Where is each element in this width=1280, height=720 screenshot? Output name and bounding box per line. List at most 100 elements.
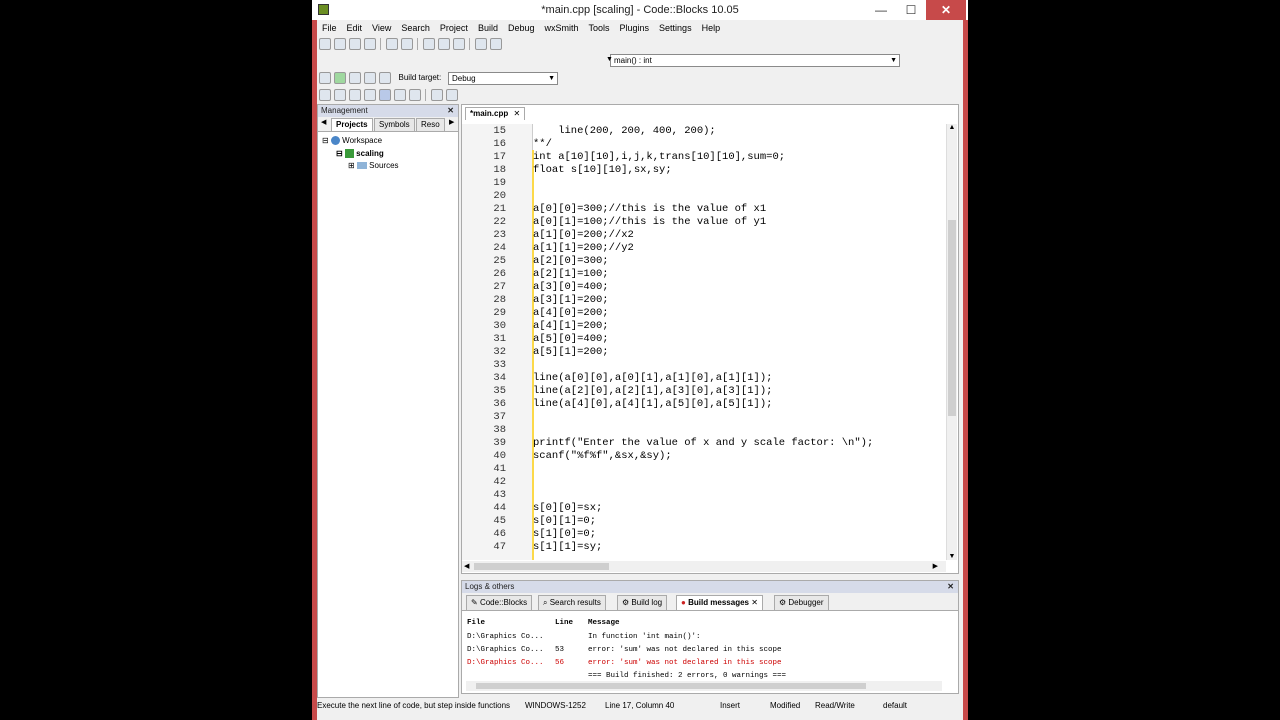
menu-tools[interactable]: Tools <box>584 21 615 35</box>
title-bar[interactable]: *main.cpp [scaling] - Code::Blocks 10.05… <box>312 0 968 20</box>
next-line-icon[interactable] <box>349 89 361 101</box>
tab-debugger[interactable]: ⚙ Debugger <box>774 595 829 610</box>
close-button[interactable]: ✕ <box>926 0 966 20</box>
run-icon[interactable] <box>334 72 346 84</box>
column-message[interactable]: Message <box>588 619 620 627</box>
menu-plugins[interactable]: Plugins <box>615 21 655 35</box>
close-icon[interactable]: ✕ <box>751 598 758 607</box>
logs-horizontal-scrollbar[interactable] <box>466 681 942 691</box>
code-editor[interactable]: 15 line(200, 200, 400, 200); 16 **/17 int a… <box>462 125 942 554</box>
tree-item-workspace[interactable]: ⊟ Workspace <box>322 136 382 146</box>
code-line[interactable]: 20 <box>462 190 942 203</box>
chevron-right-icon[interactable]: ▶ <box>933 562 938 570</box>
chevron-down-icon[interactable]: ▼ <box>947 553 957 560</box>
code-line[interactable]: 25 a[2][0]=300; <box>462 255 942 268</box>
find-icon[interactable] <box>475 38 487 50</box>
undo-icon[interactable] <box>386 38 398 50</box>
tab-symbols[interactable]: Symbols <box>374 118 415 131</box>
tab-build-log[interactable]: ⚙ Build log <box>617 595 668 610</box>
column-file[interactable]: File <box>467 619 485 627</box>
editor-tab-main[interactable]: *main.cpp ✕ <box>465 107 526 120</box>
tree-item-sources[interactable]: ⊞ Sources <box>348 161 399 170</box>
menu-debug[interactable]: Debug <box>503 21 540 35</box>
menu-help[interactable]: Help <box>697 21 726 35</box>
code-line[interactable]: 17 int a[10][10],i,j,k,trans[10][10],sum=… <box>462 151 942 164</box>
code-line[interactable]: 42 <box>462 476 942 489</box>
code-line[interactable]: 44 s[0][0]=sx; <box>462 502 942 515</box>
abort-icon[interactable] <box>379 72 391 84</box>
stop-debugger-icon[interactable] <box>409 89 421 101</box>
menu-edit[interactable]: Edit <box>342 21 368 35</box>
menu-wxsmith[interactable]: wxSmith <box>539 21 583 35</box>
tab-resources[interactable]: Reso <box>416 118 445 131</box>
code-line[interactable]: 16 **/ <box>462 138 942 151</box>
code-line[interactable]: 21 a[0][0]=300;//this is the value of x1 <box>462 203 942 216</box>
code-line[interactable]: 15 line(200, 200, 400, 200); <box>462 125 942 138</box>
copy-icon[interactable] <box>438 38 450 50</box>
minimize-button[interactable]: — <box>867 0 895 20</box>
tab-search-results[interactable]: ⌕ Search results <box>538 595 606 610</box>
chevron-down-icon[interactable]: ▼ <box>606 56 613 63</box>
code-line[interactable]: 22 a[0][1]=100;//this is the value of y1 <box>462 216 942 229</box>
code-line[interactable]: 30 a[4][1]=200; <box>462 320 942 333</box>
code-line[interactable]: 31 a[5][0]=400; <box>462 333 942 346</box>
tab-projects[interactable]: Projects <box>331 118 373 131</box>
code-line[interactable]: 40 scanf("%f%f",&sx,&sy); <box>462 450 942 463</box>
menu-settings[interactable]: Settings <box>654 21 697 35</box>
code-line[interactable]: 28 a[3][1]=200; <box>462 294 942 307</box>
paste-icon[interactable] <box>453 38 465 50</box>
menu-file[interactable]: File <box>317 21 342 35</box>
code-line[interactable]: 36 line(a[4][0],a[4][1],a[5][0],a[5][1]); <box>462 398 942 411</box>
vertical-scrollbar[interactable]: ▲ ▼ <box>946 124 957 560</box>
scrollbar-thumb[interactable] <box>948 220 956 416</box>
code-line[interactable]: 46 s[1][0]=0; <box>462 528 942 541</box>
menu-project[interactable]: Project <box>435 21 473 35</box>
new-file-icon[interactable] <box>319 38 331 50</box>
function-combo[interactable]: main() : int ▼ <box>610 54 900 67</box>
code-line[interactable]: 37 <box>462 411 942 424</box>
step-out-icon[interactable] <box>394 89 406 101</box>
rebuild-icon[interactable] <box>364 72 376 84</box>
run-to-cursor-icon[interactable] <box>334 89 346 101</box>
close-icon[interactable]: ✕ <box>447 105 454 117</box>
open-file-icon[interactable] <box>334 38 346 50</box>
replace-icon[interactable] <box>490 38 502 50</box>
code-line[interactable]: 29 a[4][0]=200; <box>462 307 942 320</box>
build-icon[interactable] <box>319 72 331 84</box>
menu-build[interactable]: Build <box>473 21 503 35</box>
chevron-right-icon[interactable]: ▶ <box>449 118 454 126</box>
debug-continue-icon[interactable] <box>319 89 331 101</box>
close-icon[interactable]: ✕ <box>947 581 954 593</box>
code-line[interactable]: 45 s[0][1]=0; <box>462 515 942 528</box>
info-icon[interactable] <box>446 89 458 101</box>
column-line[interactable]: Line <box>555 619 573 627</box>
code-line[interactable]: 35 line(a[2][0],a[2][1],a[3][0],a[3][1]); <box>462 385 942 398</box>
save-icon[interactable] <box>349 38 361 50</box>
code-line[interactable]: 38 <box>462 424 942 437</box>
scrollbar-thumb[interactable] <box>474 563 609 570</box>
debug-windows-icon[interactable] <box>431 89 443 101</box>
code-line[interactable]: 27 a[3][0]=400; <box>462 281 942 294</box>
close-icon[interactable]: ✕ <box>513 109 520 118</box>
menu-view[interactable]: View <box>367 21 396 35</box>
tab-codeblocks-log[interactable]: ✎ Code::Blocks <box>466 595 533 610</box>
chevron-left-icon[interactable]: ◀ <box>321 118 326 126</box>
code-line[interactable]: 33 <box>462 359 942 372</box>
code-line[interactable]: 23 a[1][0]=200;//x2 <box>462 229 942 242</box>
code-line[interactable]: 43 <box>462 489 942 502</box>
redo-icon[interactable] <box>401 38 413 50</box>
cut-icon[interactable] <box>423 38 435 50</box>
code-line[interactable]: 19 <box>462 177 942 190</box>
menu-search[interactable]: Search <box>396 21 435 35</box>
save-all-icon[interactable] <box>364 38 376 50</box>
code-line[interactable]: 47 s[1][1]=sy; <box>462 541 942 554</box>
maximize-button[interactable]: ☐ <box>897 0 925 20</box>
tree-item-project[interactable]: ⊟ scaling <box>336 149 384 159</box>
build-run-icon[interactable] <box>349 72 361 84</box>
code-line[interactable]: 24 a[1][1]=200;//y2 <box>462 242 942 255</box>
build-target-combo[interactable]: Debug ▼ <box>448 72 558 85</box>
code-line[interactable]: 32 a[5][1]=200; <box>462 346 942 359</box>
code-line[interactable]: 18 float s[10][10],sx,sy; <box>462 164 942 177</box>
code-line[interactable]: 34 line(a[0][0],a[0][1],a[1][0],a[1][1]); <box>462 372 942 385</box>
next-instruction-icon[interactable] <box>364 89 376 101</box>
